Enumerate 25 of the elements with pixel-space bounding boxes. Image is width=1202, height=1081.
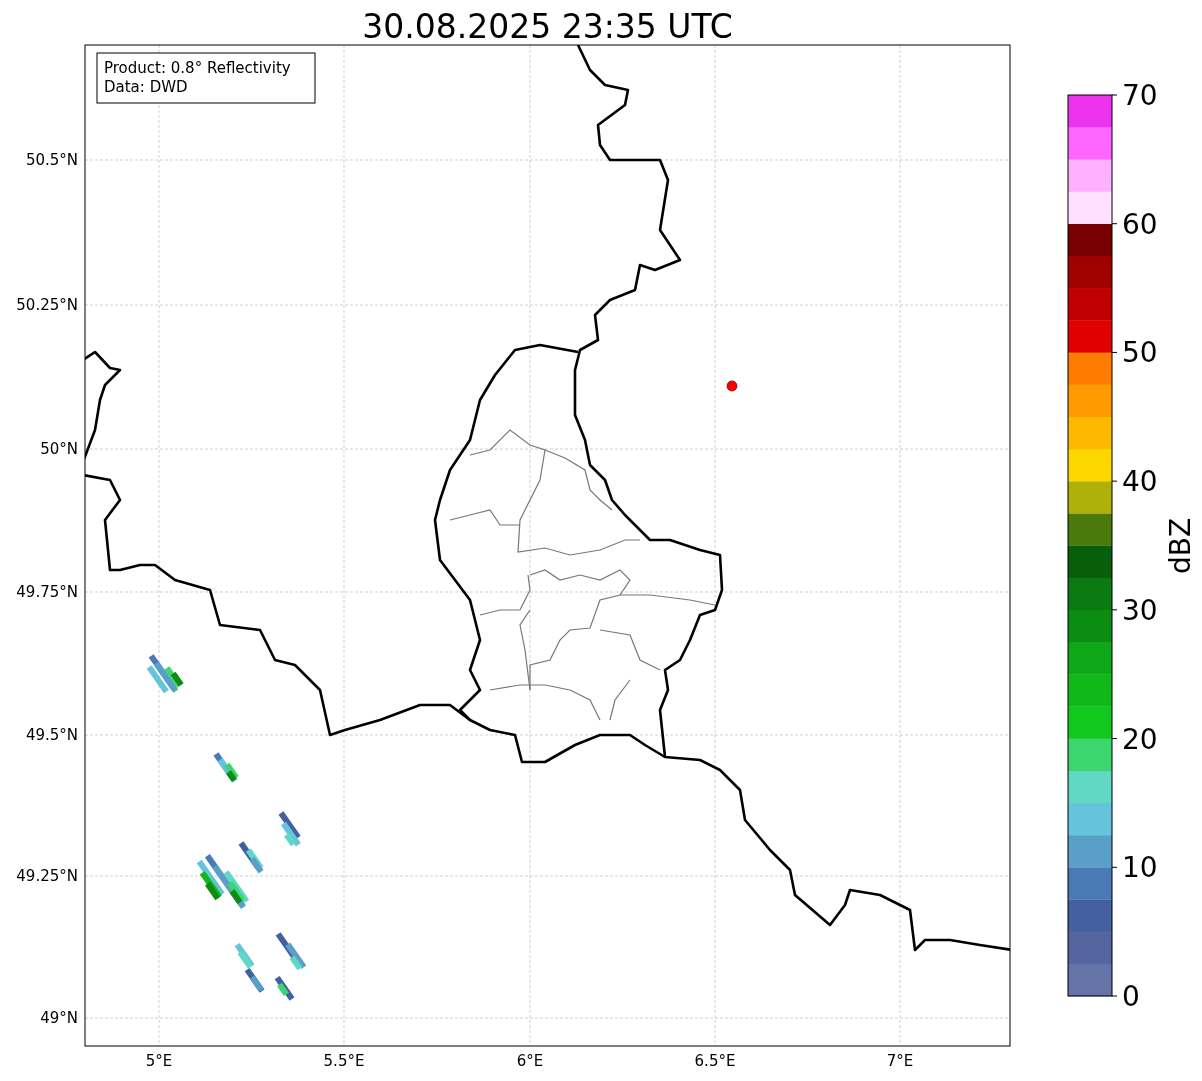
latitude-label: 49.75°N xyxy=(16,583,78,601)
colorbar-tick-label: 40 xyxy=(1122,465,1158,499)
colorbar-tick-label: 10 xyxy=(1122,851,1158,885)
colorbar-tick-label: 60 xyxy=(1122,207,1158,241)
colorbar-tick-label: 50 xyxy=(1122,336,1158,370)
colorbar-label: dBZ xyxy=(1164,517,1197,575)
colorbar-tick-label: 30 xyxy=(1122,593,1158,627)
longitude-label: 7°E xyxy=(886,1052,914,1070)
info-text: Product: 0.8° Reflectivity xyxy=(104,59,291,77)
longitude-label: 5°E xyxy=(145,1052,173,1070)
latitude-label: 49.5°N xyxy=(25,726,78,744)
longitude-label: 6°E xyxy=(516,1052,544,1070)
latitude-label: 50.25°N xyxy=(16,296,78,314)
latitude-label: 50.5°N xyxy=(25,151,78,169)
colorbar-tick-label: 20 xyxy=(1122,722,1158,756)
latitude-label: 49°N xyxy=(40,1009,78,1027)
longitude-label: 5.5°E xyxy=(323,1052,365,1070)
longitude-label: 6.5°E xyxy=(694,1052,736,1070)
colorbar-tick-label: 70 xyxy=(1122,79,1158,112)
info-text: Data: DWD xyxy=(104,78,188,96)
latitude-label: 49.25°N xyxy=(16,867,78,885)
latitude-label: 50°N xyxy=(40,440,78,458)
radar-site-marker xyxy=(726,380,738,392)
chart-title: 30.08.2025 23:35 UTC xyxy=(362,7,733,46)
colorbar-tick-label: 0 xyxy=(1122,980,1140,1013)
